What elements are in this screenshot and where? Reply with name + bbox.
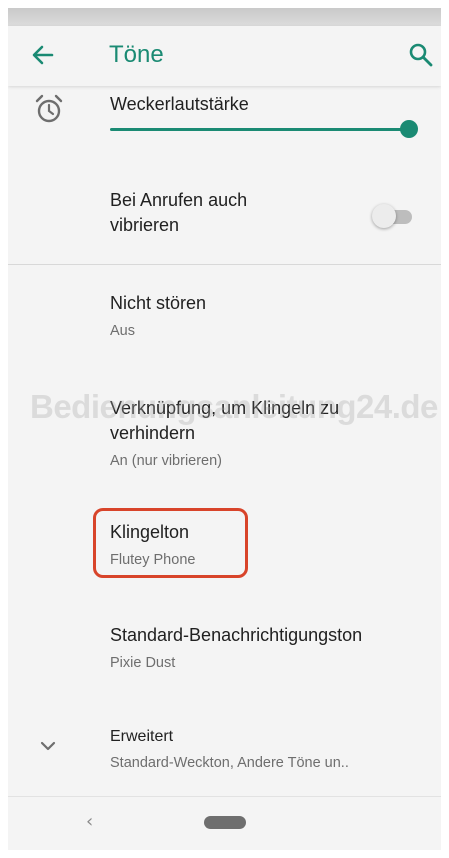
prevent-ringing-label-line1: Verknüpfung, um Klingeln zu [110, 398, 340, 418]
vibrate-on-call-toggle[interactable] [372, 203, 422, 233]
notification-sound-setting[interactable]: Standard-Benachrichtigungston Pixie Dust [8, 620, 441, 682]
advanced-summary: Standard-Weckton, Andere Töne un.. [110, 755, 349, 771]
vibrate-on-call-label-line1: Bei Anrufen auch [110, 190, 248, 210]
arrow-left-icon[interactable] [28, 40, 58, 70]
navigation-bar: ‹ [8, 796, 441, 850]
prevent-ringing-label-line2: verhindern [110, 423, 196, 443]
chevron-down-icon [36, 734, 60, 758]
do-not-disturb-setting[interactable]: Nicht stören Aus [8, 288, 441, 348]
alarm-volume-setting: Weckerlautstärke [8, 86, 441, 158]
page-title: Töne [109, 41, 164, 68]
advanced-setting[interactable]: Erweitert Standard-Weckton, Andere Töne … [8, 720, 441, 780]
prevent-ringing-setting[interactable]: Verknüpfung, um Klingeln zu verhindern A… [8, 390, 441, 480]
ringtone-highlight-box [93, 508, 248, 578]
app-bar: Töne [8, 26, 441, 86]
alarm-volume-slider-thumb[interactable] [400, 120, 418, 138]
status-bar [8, 8, 441, 26]
divider [8, 264, 441, 265]
toggle-thumb [372, 204, 396, 228]
alarm-volume-slider-track[interactable] [110, 128, 408, 131]
vibrate-on-call-label-line2: vibrieren [110, 215, 180, 235]
prevent-ringing-summary: An (nur vibrieren) [110, 453, 223, 469]
do-not-disturb-label: Nicht stören [110, 293, 207, 313]
nav-back-button[interactable]: ‹ [86, 811, 93, 832]
notification-sound-label: Standard-Benachrichtigungston [110, 625, 363, 645]
nav-home-button[interactable] [204, 816, 246, 829]
advanced-label: Erweitert [110, 728, 174, 745]
do-not-disturb-summary: Aus [110, 323, 135, 339]
phone-screen: Töne Weckerlautstärke Bei Anrufen auch v… [8, 8, 441, 850]
notification-sound-summary: Pixie Dust [110, 655, 176, 671]
alarm-clock-icon [32, 92, 66, 126]
alarm-volume-label: Weckerlautstärke [110, 94, 249, 114]
search-icon[interactable] [406, 40, 436, 70]
